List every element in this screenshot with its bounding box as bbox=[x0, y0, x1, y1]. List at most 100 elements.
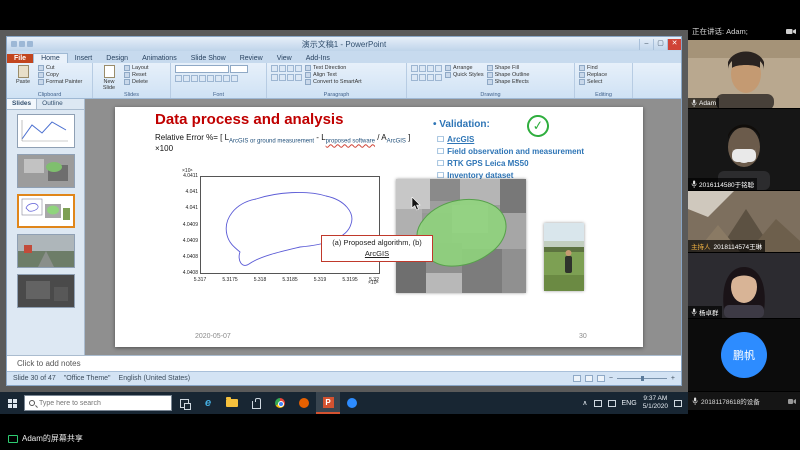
reset-button[interactable]: Reset bbox=[124, 72, 149, 78]
ribbon-tab-insert[interactable]: Insert bbox=[68, 54, 100, 63]
zoom-out-button[interactable]: − bbox=[609, 375, 613, 382]
find-button[interactable]: Find bbox=[579, 65, 607, 71]
participant-video-host[interactable]: 主持人 2018114574王琳 bbox=[688, 191, 800, 252]
participant-video-adam[interactable]: Adam bbox=[688, 40, 800, 108]
paste-button[interactable]: Paste bbox=[11, 65, 35, 85]
new-slide-button[interactable]: New Slide bbox=[97, 65, 121, 91]
italic-button[interactable] bbox=[183, 75, 190, 82]
ribbon-tab-addins[interactable]: Add-Ins bbox=[299, 54, 337, 63]
ribbon-tab-file[interactable]: File bbox=[7, 54, 33, 63]
powerpoint-taskbar-button[interactable]: P bbox=[316, 392, 340, 414]
strikethrough-button[interactable] bbox=[207, 75, 214, 82]
delete-button[interactable]: Delete bbox=[124, 79, 149, 85]
taskbar-clock[interactable]: 9:37 AM 5/1/2020 bbox=[643, 395, 668, 412]
shape-more-button[interactable] bbox=[435, 74, 442, 81]
slide-sorter-button[interactable] bbox=[585, 375, 593, 382]
ribbon-tab-view[interactable]: View bbox=[270, 54, 299, 63]
indent-decrease-button[interactable] bbox=[287, 65, 294, 72]
shape-callout-button[interactable] bbox=[427, 74, 434, 81]
ribbon-tab-review[interactable]: Review bbox=[233, 54, 270, 63]
shape-star-button[interactable] bbox=[419, 74, 426, 81]
participant-video-woman[interactable]: 杨卓群 bbox=[688, 253, 800, 318]
text-direction-button[interactable]: Text Direction bbox=[305, 65, 362, 71]
numbering-button[interactable] bbox=[279, 65, 286, 72]
convert-smartart-button[interactable]: Convert to SmartArt bbox=[305, 79, 362, 85]
shape-triangle-button[interactable] bbox=[411, 74, 418, 81]
shape-fill-button[interactable]: Shape Fill bbox=[487, 65, 530, 71]
close-button[interactable]: ✕ bbox=[667, 39, 681, 50]
volume-icon[interactable] bbox=[608, 400, 616, 407]
slide[interactable]: Data process and analysis Relative Error… bbox=[115, 107, 643, 347]
align-center-button[interactable] bbox=[279, 74, 286, 81]
justify-button[interactable] bbox=[295, 74, 302, 81]
shape-effects-button[interactable]: Shape Effects bbox=[487, 79, 530, 85]
cut-button[interactable]: Cut bbox=[38, 65, 82, 71]
font-name-combo[interactable] bbox=[175, 65, 229, 73]
font-color-button[interactable] bbox=[231, 75, 238, 82]
slide-thumbnail[interactable] bbox=[17, 234, 75, 268]
format-painter-button[interactable]: Format Painter bbox=[38, 79, 82, 85]
slide-thumbnail[interactable] bbox=[17, 274, 75, 308]
copy-button[interactable]: Copy bbox=[38, 72, 82, 78]
app-button[interactable] bbox=[340, 392, 364, 414]
search-input[interactable] bbox=[39, 400, 149, 407]
bullets-button[interactable] bbox=[271, 65, 278, 72]
bold-button[interactable] bbox=[175, 75, 182, 82]
participant-name-bar[interactable]: 20181178618的设备 bbox=[688, 392, 800, 410]
align-right-button[interactable] bbox=[287, 74, 294, 81]
shape-ellipse-button[interactable] bbox=[419, 65, 426, 72]
language-indicator[interactable]: ENG bbox=[622, 400, 637, 407]
layout-button[interactable]: Layout bbox=[124, 65, 149, 71]
tray-chevron-icon[interactable]: ∧ bbox=[582, 399, 587, 407]
video-camera-icon[interactable] bbox=[786, 28, 796, 35]
slide-thumbnail-current[interactable] bbox=[17, 194, 75, 228]
ribbon-tab-design[interactable]: Design bbox=[99, 54, 135, 63]
panel-tab-slides[interactable]: Slides bbox=[7, 99, 37, 109]
shape-rect-button[interactable] bbox=[411, 65, 418, 72]
change-case-button[interactable] bbox=[223, 75, 230, 82]
store-bag-icon bbox=[252, 401, 261, 409]
align-left-button[interactable] bbox=[271, 74, 278, 81]
group-label-drawing: Drawing bbox=[407, 92, 574, 98]
replace-button[interactable]: Replace bbox=[579, 72, 607, 78]
normal-view-button[interactable] bbox=[573, 375, 581, 382]
character-spacing-button[interactable] bbox=[215, 75, 222, 82]
zoom-slider-thumb[interactable] bbox=[641, 376, 644, 381]
quick-styles-button[interactable]: Quick Styles bbox=[445, 72, 484, 78]
file-explorer-button[interactable] bbox=[220, 392, 244, 414]
participant-video-masked[interactable]: 2016114580于铭聪 bbox=[688, 109, 800, 190]
ribbon-tab-animations[interactable]: Animations bbox=[135, 54, 184, 63]
ribbon-tab-home[interactable]: Home bbox=[33, 53, 68, 63]
shape-outline-button[interactable]: Shape Outline bbox=[487, 72, 530, 78]
slide-thumbnail[interactable] bbox=[17, 154, 75, 188]
ribbon-tab-slideshow[interactable]: Slide Show bbox=[184, 54, 233, 63]
arrange-button[interactable]: Arrange bbox=[445, 65, 484, 71]
maximize-button[interactable]: ▢ bbox=[653, 39, 667, 50]
select-button[interactable]: Select bbox=[579, 79, 607, 85]
edge-button[interactable]: e bbox=[196, 392, 220, 414]
align-text-button[interactable]: Align Text bbox=[305, 72, 362, 78]
shape-line-button[interactable] bbox=[435, 65, 442, 72]
zoom-slider[interactable] bbox=[617, 378, 667, 379]
participant-avatar-tile[interactable]: 鹏帆 bbox=[688, 319, 800, 391]
shadow-button[interactable] bbox=[199, 75, 206, 82]
indent-increase-button[interactable] bbox=[295, 65, 302, 72]
shape-arrow-button[interactable] bbox=[427, 65, 434, 72]
task-view-button[interactable] bbox=[172, 392, 196, 414]
taskbar-search[interactable] bbox=[24, 395, 172, 411]
action-center-icon[interactable] bbox=[674, 400, 682, 407]
slideshow-button[interactable] bbox=[597, 375, 605, 382]
chrome-button[interactable] bbox=[268, 392, 292, 414]
firefox-button[interactable] bbox=[292, 392, 316, 414]
store-button[interactable] bbox=[244, 392, 268, 414]
minimize-button[interactable]: – bbox=[639, 39, 653, 50]
panel-tab-outline[interactable]: Outline bbox=[37, 99, 68, 109]
network-icon[interactable] bbox=[594, 400, 602, 407]
zoom-in-button[interactable]: + bbox=[671, 375, 675, 382]
slide-thumbnail[interactable] bbox=[17, 114, 75, 148]
titlebar[interactable]: 演示文稿1 - PowerPoint –▢✕ bbox=[7, 37, 681, 51]
notes-pane[interactable]: Click to add notes bbox=[7, 355, 681, 371]
start-button[interactable] bbox=[0, 392, 24, 414]
underline-button[interactable] bbox=[191, 75, 198, 82]
font-size-combo[interactable] bbox=[230, 65, 248, 73]
